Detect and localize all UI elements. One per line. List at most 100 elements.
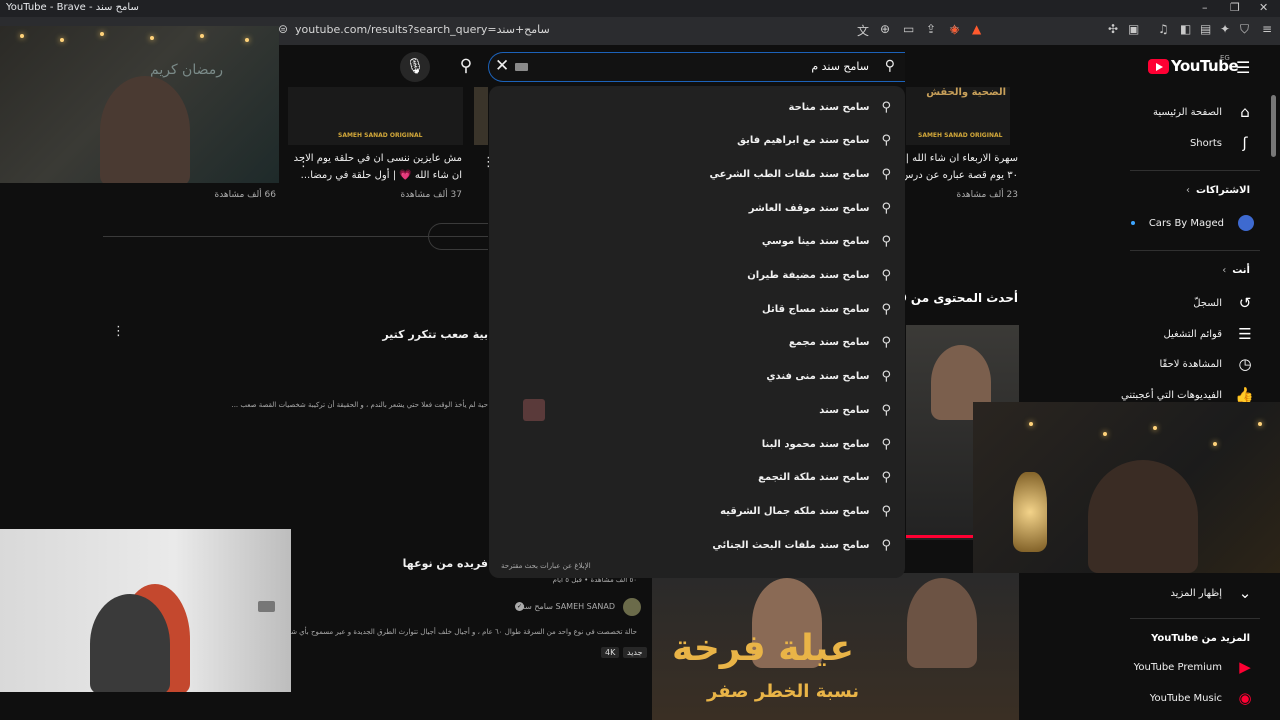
hamburger-menu-icon[interactable]: ☰ (1236, 58, 1250, 77)
close-icon[interactable]: ✕ (495, 56, 509, 76)
search-input[interactable]: ✕ سامح سند م ⚲ (488, 52, 905, 82)
clock-icon: ◷ (1238, 355, 1252, 373)
tab-search-icon[interactable]: ▣ (1128, 22, 1139, 36)
suggestion-text: سامح سند مينا موسي (761, 236, 870, 248)
view-count: 23 ألف مشاهدة (956, 190, 1018, 200)
sidebar-item-cars-by-maged[interactable]: Cars By Maged (1130, 211, 1254, 235)
suggestion-thumbnail[interactable] (523, 399, 545, 421)
channel-avatar[interactable] (623, 598, 641, 616)
video-title[interactable]: مش عايزين ننسى ان في حلقة يوم الاحد (294, 151, 462, 167)
person-image (100, 76, 190, 183)
more-from-youtube-heading: المزيد من YouTube (1151, 633, 1250, 644)
vpn-icon[interactable]: ⛉ (1240, 22, 1249, 37)
subscriptions-heading[interactable]: الاشتراكات› (1186, 185, 1250, 196)
search-suggestion[interactable]: ⚲ سامح سند مجمع (789, 330, 891, 356)
more-options-icon[interactable]: ⋮ (112, 324, 125, 339)
search-suggestion[interactable]: ⚲ سامح سند ملفات البحث الجنائي (712, 532, 891, 558)
video-title[interactable]: سهرة الاربعاء ان شاء الله | ١٢ (892, 151, 1018, 167)
string-light (1258, 422, 1262, 426)
suggestion-text: سامح سند مضيفة طيران (747, 270, 870, 281)
webcam-overlay (973, 402, 1280, 573)
search-query[interactable]: سامح سند م (811, 60, 869, 73)
brave-rewards-icon[interactable]: ▲ (972, 22, 981, 36)
sidebar-item-shorts[interactable]: ʃ Shorts (1190, 131, 1254, 155)
channel-avatar (1238, 215, 1254, 231)
sidebar-toggle-icon[interactable]: ◧ (1180, 22, 1191, 36)
video-title[interactable]: بية صعب تتكرر كتير (382, 327, 488, 343)
search-suggestion[interactable]: ⚲ سامح سند منى فندي (766, 364, 891, 390)
search-suggestion[interactable]: ⚲ سامح سند (819, 397, 891, 423)
search-suggestion[interactable]: ⚲ سامح سند محمود البنا (762, 431, 891, 457)
maximize-button[interactable]: ❐ (1230, 1, 1240, 14)
extensions-icon[interactable]: ✣ (1108, 22, 1118, 36)
poster-title: عيلة فرخة (672, 628, 855, 669)
video-thumbnail[interactable]: عيلة فرخة نسبة الخطر صفر (652, 573, 1019, 720)
video-thumbnail[interactable] (474, 87, 488, 145)
video-thumbnail[interactable]: الضحية والحقش SAMEH SANAD ORIGINAL (906, 87, 1010, 145)
channel-name[interactable]: SAMEH SANAD سامح سند (518, 602, 615, 611)
you-heading[interactable]: أنت› (1222, 265, 1250, 276)
video-title[interactable]: ٣٠ يوم قصة عباره عن درس ا (895, 168, 1018, 184)
menu-icon[interactable]: ≡ (1262, 22, 1272, 36)
playlist-icon: ☰ (1238, 325, 1252, 343)
zoom-icon[interactable]: ⊕ (880, 22, 890, 36)
string-light (20, 34, 24, 38)
search-suggestion[interactable]: ⚲ سامح سند مضيفة طيران (747, 263, 891, 289)
sidebar-item-youtube-premium[interactable]: ▶ YouTube Premium (1134, 655, 1254, 679)
show-more-pill[interactable] (428, 223, 488, 250)
leo-ai-icon[interactable]: ✦ (1220, 22, 1230, 36)
sidebar-scrollbar[interactable] (1271, 95, 1276, 157)
search-icon: ⚲ (881, 234, 891, 250)
sidebar-item-playlists[interactable]: ☰ قوائم التشغيل (1163, 322, 1254, 346)
youtube-music-icon: ◉ (1238, 689, 1252, 707)
video-title[interactable]: ان شاء الله 💗 | أول حلقة في رمضا... (301, 168, 462, 184)
sidebar-item-label: إظهار المزيد (1170, 587, 1222, 599)
history-icon: ↺ (1238, 294, 1252, 312)
search-suggestion[interactable]: ⚲ سامح سند ملفات الطب الشرعي (710, 161, 891, 187)
sidebar-item-home[interactable]: ⌂ الصفحة الرئيسية (1153, 100, 1254, 124)
video-description: حالة تخصصت في نوع واحد من السرقة طوال ٦٠… (277, 628, 637, 636)
translate-icon[interactable]: 文 (857, 22, 869, 39)
search-icon: ⚲ (459, 56, 473, 76)
search-suggestion[interactable]: ⚲ سامح سند مع ابراهيم فايق (737, 128, 891, 154)
voice-search-button[interactable]: 🎙 (400, 52, 430, 82)
lantern-image (1013, 472, 1047, 552)
sidebar-show-more[interactable]: ⌄ إظهار المزيد (1170, 581, 1254, 605)
sidebar-item-youtube-music[interactable]: ◉ YouTube Music (1150, 686, 1254, 710)
close-window-button[interactable]: ✕ (1259, 1, 1268, 14)
more-options-icon[interactable]: ⋮ (297, 155, 310, 170)
search-button[interactable]: ⚲ (447, 52, 485, 82)
search-icon: ⚲ (884, 58, 895, 74)
sidebar-divider (1130, 170, 1260, 171)
sidebar-item-label: السجلّ (1193, 297, 1222, 309)
search-suggestion[interactable]: ⚲ سامح سند ملكه جمال الشرقيه (720, 498, 891, 524)
suggestion-text: سامح سند مع ابراهيم فايق (737, 135, 870, 147)
search-suggestion[interactable]: ⚲ سامح سند مساج قاتل (762, 296, 891, 322)
keyboard-icon[interactable] (515, 63, 528, 71)
wall-text: رمضان كريم (150, 62, 224, 78)
search-suggestion[interactable]: ⚲ سامح سند مينا موسي (762, 229, 891, 255)
wallet-icon[interactable]: ▤ (1200, 22, 1211, 36)
string-light (100, 32, 104, 36)
string-light (60, 38, 64, 42)
webcam-overlay: رمضان كريم (0, 26, 279, 183)
browser-title-bar: YouTube - Brave - سامح سند – ❐ ✕ (0, 0, 1280, 17)
search-suggestion[interactable]: ⚲ سامح سند موقف العاشر (749, 195, 891, 221)
sidebar-item-history[interactable]: ↺ السجلّ (1193, 291, 1254, 315)
address-bar[interactable]: youtube.com/results?search_query=سامح+سن… (295, 23, 550, 36)
youtube-logo[interactable]: YouTube EG (1148, 54, 1239, 77)
video-title[interactable]: فريده من نوعها (403, 556, 488, 572)
share-icon[interactable]: ⇪ (926, 22, 936, 36)
search-suggestion[interactable]: ⚲ سامح سند ملكة التجمع (758, 465, 891, 491)
search-icon: ⚲ (881, 470, 891, 486)
brave-shields-icon[interactable]: ◈ (950, 22, 959, 36)
site-info-icon[interactable]: ⊜ (278, 22, 288, 36)
suggestion-text: سامح سند (819, 404, 870, 416)
minimize-button[interactable]: – (1202, 1, 1208, 14)
report-suggestions-link[interactable]: الإبلاغ عن عبارات بحث مقترحة (501, 562, 591, 570)
video-thumbnail[interactable]: SAMEH SANAD ORIGINAL (288, 87, 463, 145)
search-suggestion[interactable]: ⚲ سامح سند مناحة (789, 94, 891, 120)
sidebar-item-watch-later[interactable]: ◷ المشاهدة لاحقًا (1159, 352, 1254, 376)
media-icon[interactable]: ♫ (1158, 22, 1169, 36)
cast-icon[interactable]: ▭ (903, 22, 914, 36)
